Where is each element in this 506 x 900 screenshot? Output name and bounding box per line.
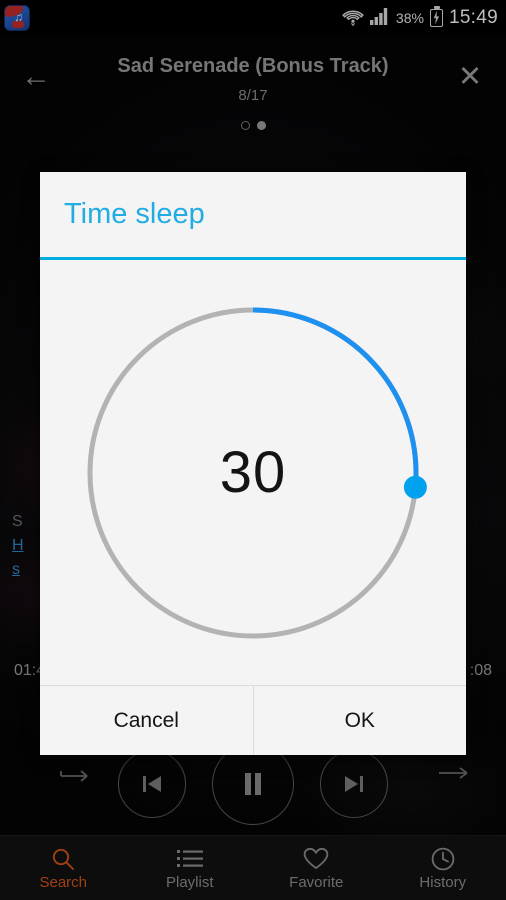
circular-time-slider[interactable]: 30 xyxy=(73,293,433,653)
slider-value-label: 30 xyxy=(219,440,287,505)
dialog-body: 30 xyxy=(40,260,466,685)
ok-button[interactable]: OK xyxy=(253,686,466,755)
dialog-title: Time sleep xyxy=(40,172,466,260)
time-sleep-dialog: Time sleep 30 Cancel OK xyxy=(40,172,466,755)
cancel-button[interactable]: Cancel xyxy=(40,686,254,755)
dialog-actions: Cancel OK xyxy=(40,685,466,755)
